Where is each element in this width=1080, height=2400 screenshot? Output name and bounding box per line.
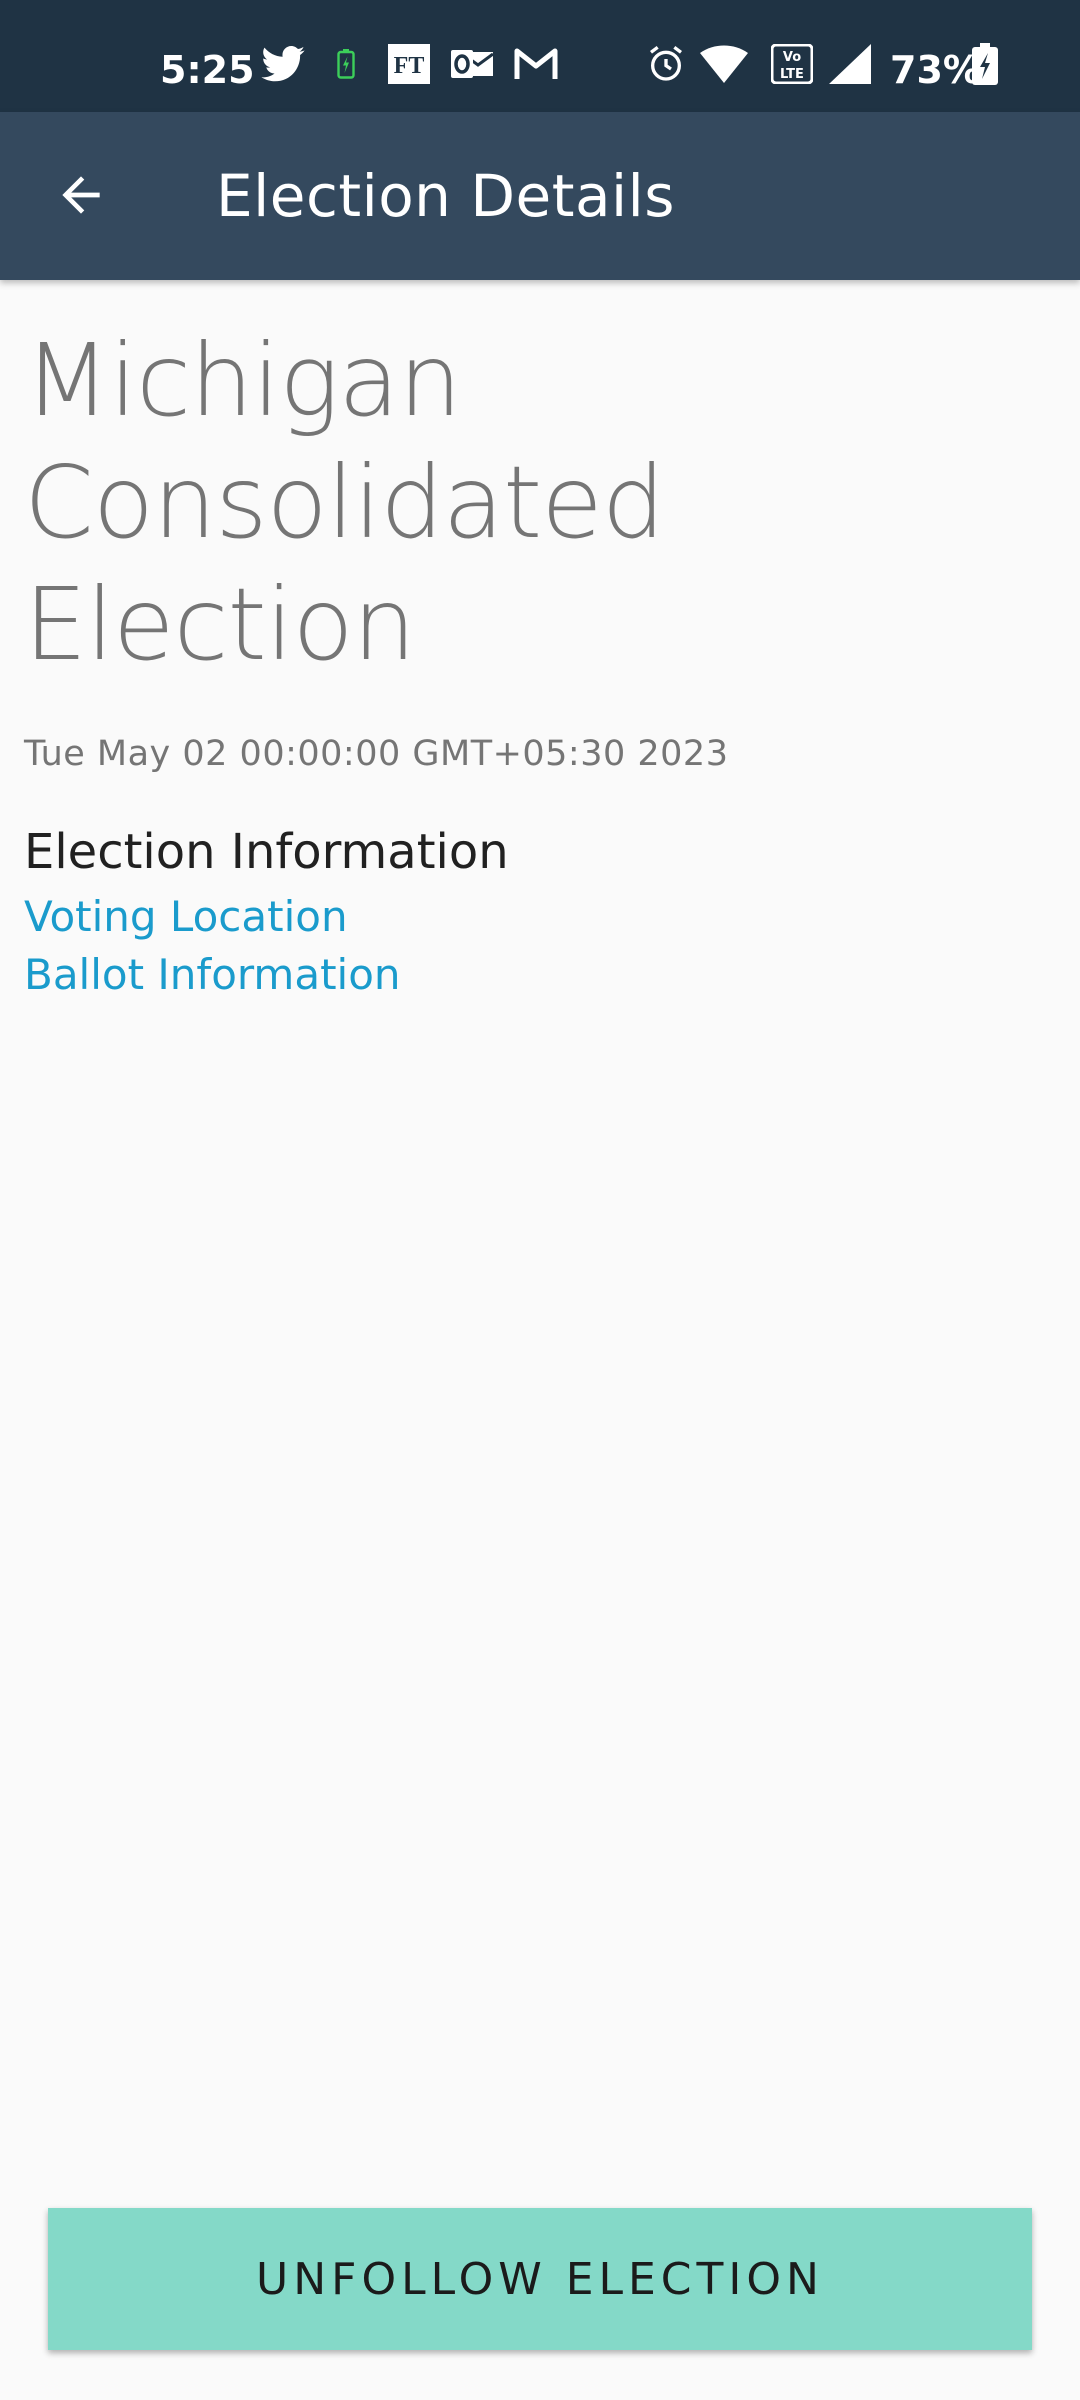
status-time: 5:25 — [160, 48, 255, 92]
election-date: Tue May 02 00:00:00 GMT+05:30 2023 — [24, 734, 729, 774]
twitter-icon — [258, 44, 308, 84]
unfollow-election-button[interactable]: UNFOLLOW ELECTION — [48, 2208, 1032, 2350]
voting-location-link[interactable]: Voting Location — [24, 888, 1064, 946]
ballot-information-link[interactable]: Ballot Information — [24, 946, 1064, 1004]
battery-saver-icon — [334, 44, 358, 84]
battery-percent: 73% — [890, 48, 981, 92]
battery-charging-icon — [970, 43, 1000, 85]
status-bar: 5:25 FT Vo LTE 73% — [0, 0, 1080, 112]
gmail-icon — [512, 44, 560, 84]
svg-text:FT: FT — [394, 53, 425, 79]
arrow-back-icon — [53, 167, 109, 228]
alarm-icon — [644, 44, 688, 84]
wifi-icon — [698, 44, 750, 84]
election-name: Michigan Consolidated Election — [24, 322, 665, 683]
election-details: Michigan Consolidated Election Tue May 0… — [24, 320, 1064, 1004]
volte-icon: Vo LTE — [768, 44, 816, 84]
svg-text:LTE: LTE — [780, 67, 804, 82]
page-title: Election Details — [216, 162, 675, 230]
svg-text:Vo: Vo — [783, 50, 801, 65]
back-button[interactable] — [40, 156, 122, 238]
app-bar: Election Details — [0, 112, 1080, 280]
outlook-icon — [448, 44, 496, 84]
signal-icon — [826, 44, 874, 84]
election-information-heading: Election Information — [24, 824, 509, 880]
ft-icon: FT — [386, 44, 432, 84]
